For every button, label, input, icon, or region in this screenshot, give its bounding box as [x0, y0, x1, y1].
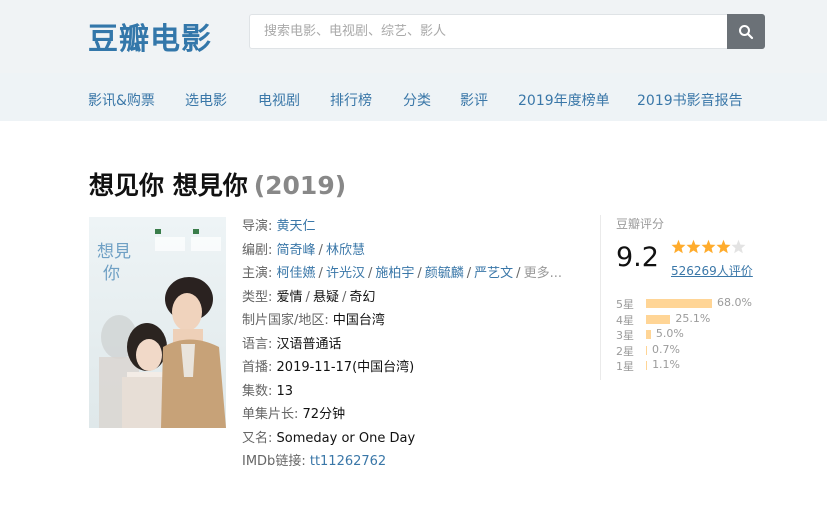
cast-link[interactable]: 施柏宇	[375, 266, 414, 281]
runtime-value: 72分钟	[302, 407, 346, 422]
genre-value: 悬疑	[312, 289, 339, 305]
rating-score: 9.2	[616, 242, 659, 273]
nav-item-tv[interactable]: 电视剧	[258, 90, 300, 110]
rating-bar-percent: 0.7%	[652, 342, 680, 356]
aka-row: 又名: Someday or One Day	[242, 427, 562, 451]
runtime-row: 单集片长: 72分钟	[242, 403, 562, 427]
writer-label: 编剧:	[242, 242, 273, 258]
poster-title-text-2: 你	[103, 264, 120, 284]
subject-info: 导演: 黄天仁 编剧: 简奇峰 / 林欣慧 主演: 柯佳嬿 / 许光汉 / 施柏宇 / 颜毓麟 /…	[242, 215, 562, 474]
rating-bar-percent: 1.1%	[652, 358, 681, 371]
premiere-label: 首播:	[242, 360, 273, 375]
language-value: 汉语普通话	[276, 336, 342, 352]
country-row: 制片国家/地区: 中国台湾	[242, 309, 562, 333]
rating-bar	[646, 361, 648, 370]
imdb-row: IMDb链接: tt11262762	[242, 450, 562, 474]
genre-row: 类型: 爱情 / 悬疑 / 奇幻	[242, 289, 376, 305]
genre-value: 爱情	[276, 289, 303, 305]
writer-link[interactable]: 林欣慧	[326, 243, 365, 258]
imdb-label: IMDb链接:	[242, 454, 306, 469]
search-button[interactable]	[727, 14, 765, 49]
cast-more-link[interactable]: 更多...	[524, 266, 562, 281]
genre-value: 奇幻	[349, 289, 376, 305]
writer-row: 编剧: 简奇峰 / 林欣慧	[242, 242, 365, 258]
country-label: 制片国家/地区:	[242, 313, 329, 328]
top-bar: 豆瓣电影	[0, 0, 827, 73]
nav-bar: 影讯&购票 选电影 电视剧 排行榜 分类 影评 2019年度榜单 2019书影音…	[0, 73, 827, 121]
cast-label: 主演:	[242, 266, 273, 281]
rating-bar-label: 1星	[616, 360, 634, 373]
rating-distribution: 5星 68.0% 4星 25.1% 3星 5.0% 2星 0.7% 1星 1.1%	[616, 295, 776, 373]
rating-bar	[646, 299, 712, 308]
episodes-value: 13	[276, 383, 294, 399]
rating-bar	[646, 345, 647, 355]
nav-item-report-2019[interactable]: 2019书影音报告	[637, 90, 743, 110]
star-icon	[686, 239, 701, 254]
cast-link[interactable]: 柯佳嬿	[277, 266, 316, 281]
episodes-label: 集数:	[242, 383, 273, 399]
cast-link[interactable]: 颜毓麟	[425, 266, 464, 281]
language-row: 语言: 汉语普通话	[242, 333, 562, 357]
writer-link[interactable]: 简奇峰	[277, 243, 316, 258]
cast-link[interactable]: 许光汉	[326, 266, 365, 281]
rating-bar-percent: 68.0%	[717, 296, 752, 309]
star-icon	[701, 239, 716, 254]
rating-bar-row: 3星 5.0%	[616, 326, 776, 342]
language-label: 语言:	[242, 336, 273, 352]
douban-movie-logo[interactable]: 豆瓣电影	[88, 14, 212, 58]
star-half-icon	[731, 239, 746, 254]
aka-label: 又名:	[242, 430, 273, 446]
star-icon	[716, 239, 731, 254]
search-input[interactable]	[249, 14, 727, 49]
rating-panel: 豆瓣评分 9.2 526269人评价 5星 68.0% 4星 25.1% 3星 5.0% 2…	[600, 215, 775, 380]
rating-bar-percent: 5.0%	[655, 327, 684, 340]
rating-bar	[646, 330, 651, 339]
country-value: 中国台湾	[332, 313, 385, 328]
search-icon	[739, 24, 754, 39]
imdb-link[interactable]: tt11262762	[310, 454, 386, 469]
nav-item-tickets[interactable]: 影讯&购票	[88, 90, 155, 110]
genre-label: 类型:	[242, 289, 273, 305]
title-year: (2019)	[253, 171, 347, 200]
rating-count-link[interactable]: 526269人评价	[671, 262, 753, 279]
page-title: 想见你 想見你 (2019)	[89, 166, 346, 202]
aka-value: Someday or One Day	[276, 430, 416, 446]
cast-row: 主演: 柯佳嬿 / 许光汉 / 施柏宇 / 颜毓麟 / 严艺文 / 更多...	[242, 266, 562, 281]
premiere-row: 首播: 2019-11-17(中国台湾)	[242, 356, 562, 380]
rating-bar-percent: 25.1%	[675, 311, 711, 325]
nav-item-explore[interactable]: 选电影	[185, 90, 227, 110]
rating-bar-row: 4星 25.1%	[616, 311, 776, 327]
star-icons	[671, 239, 746, 254]
star-icon	[671, 239, 686, 254]
nav-item-annual-2019[interactable]: 2019年度榜单	[518, 90, 610, 110]
title-name: 想见你 想見你	[89, 171, 248, 200]
episodes-row: 集数: 13	[242, 380, 562, 404]
director-row: 导演: 黄天仁	[242, 215, 562, 239]
premiere-value: 2019-11-17(中国台湾)	[276, 360, 415, 375]
rating-bar-row: 2星 0.7%	[616, 342, 776, 358]
runtime-label: 单集片长:	[242, 407, 299, 422]
rating-bar	[646, 314, 671, 324]
poster-title-text: 想見	[97, 242, 131, 262]
cast-link[interactable]: 严艺文	[474, 266, 513, 281]
director-link[interactable]: 黄天仁	[277, 219, 316, 234]
rating-bar-row: 1星 1.1%	[616, 357, 776, 373]
rating-bar-row: 5星 68.0%	[616, 295, 776, 311]
nav-item-review[interactable]: 影评	[460, 90, 488, 110]
nav-item-chart[interactable]: 排行榜	[330, 90, 372, 110]
rating-label: 豆瓣评分	[616, 217, 665, 231]
rating-stars	[671, 239, 747, 255]
poster-illustration: 想見 你	[89, 217, 226, 428]
director-label: 导演:	[242, 219, 273, 234]
nav-item-tag[interactable]: 分类	[403, 90, 431, 110]
poster-image[interactable]: 想見 你	[89, 217, 226, 428]
